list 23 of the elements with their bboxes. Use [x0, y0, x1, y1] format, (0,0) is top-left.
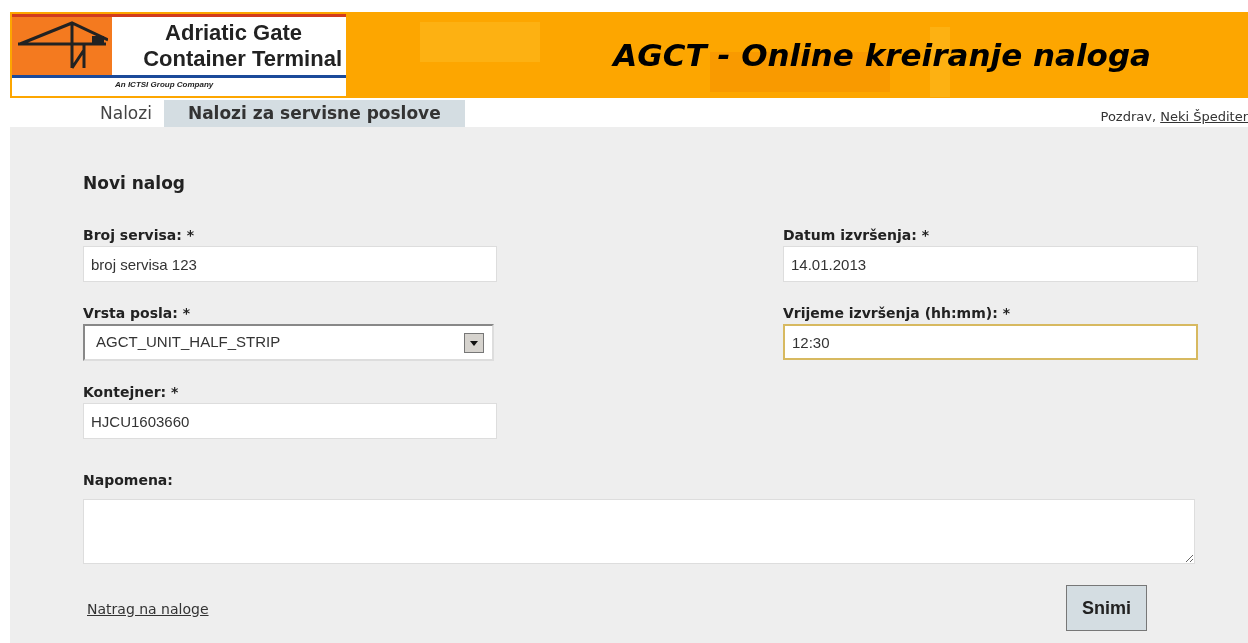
- tab[interactable]: Nalozi za servisne poslove: [163, 100, 465, 127]
- field-label: Vrijeme izvršenja (hh:mm): *: [783, 304, 1011, 323]
- form-title: Novi nalog: [83, 172, 186, 195]
- greeting-text: Pozdrav,: [1100, 108, 1157, 124]
- logo-text: Container Terminal: [143, 46, 342, 72]
- save-button[interactable]: Snimi: [1066, 585, 1147, 631]
- input-field[interactable]: broj servisa 123: [83, 246, 497, 282]
- page-title: AGCT - Online kreiranje naloga: [613, 35, 1151, 75]
- dropdown[interactable]: AGCT_UNIT_HALF_STRIP: [83, 324, 494, 361]
- field-label: Kontejner: *: [83, 383, 180, 402]
- logo-tagline: An ICTSI Group Company: [114, 79, 215, 91]
- logo-text: Adriatic Gate: [165, 20, 303, 46]
- note-field[interactable]: [83, 499, 1195, 564]
- field-label: Datum izvršenja: *: [783, 226, 930, 245]
- field-label: Vrsta posla: *: [83, 304, 192, 323]
- caret-icon: [464, 332, 484, 353]
- input-field[interactable]: HJCU1603660: [83, 403, 497, 439]
- back-link[interactable]: Natrag na naloge: [87, 598, 209, 620]
- field-label: Napomena:: [83, 471, 174, 490]
- user-link[interactable]: Neki Špediter: [1160, 108, 1248, 124]
- input-field[interactable]: 12:30: [783, 324, 1198, 360]
- field-label: Broj servisa: *: [83, 226, 196, 245]
- input-field[interactable]: 14.01.2013: [783, 246, 1198, 282]
